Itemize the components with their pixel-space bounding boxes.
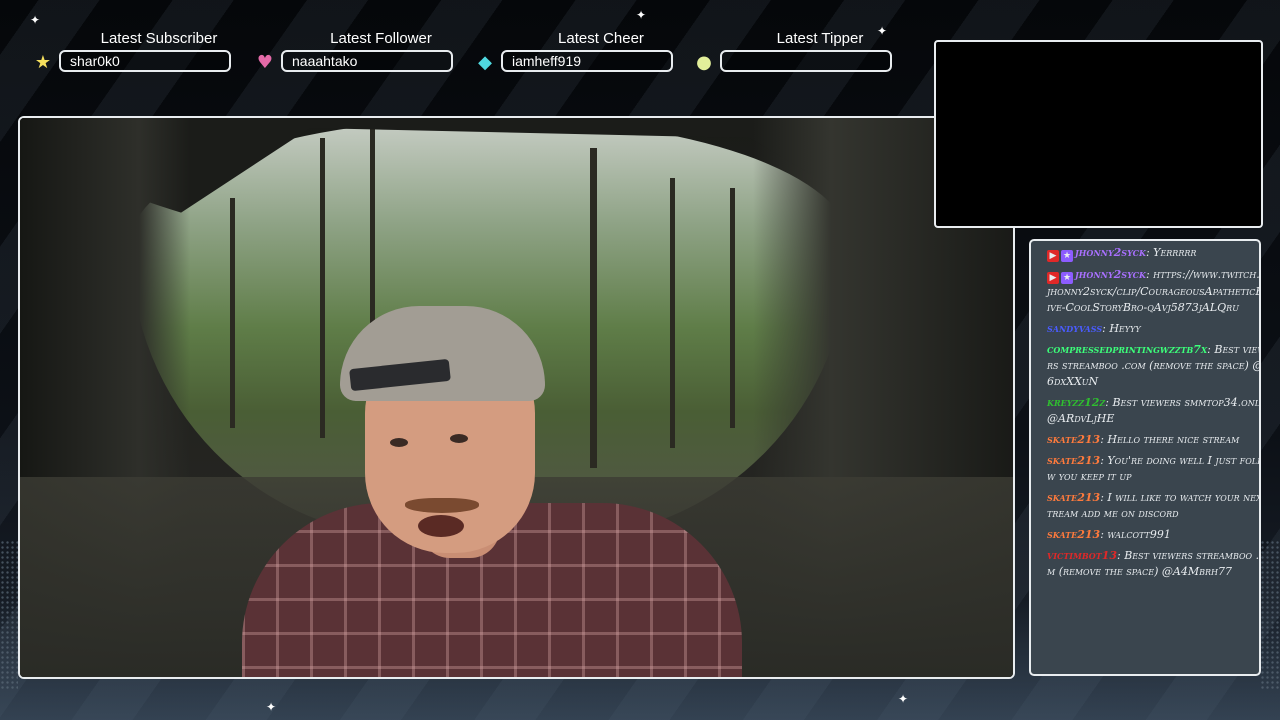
chat-username[interactable]: skate213: [1047, 491, 1100, 504]
chat-username[interactable]: kreyzz12z: [1047, 396, 1105, 409]
latest-tipper-widget: Latest Tipper ●: [696, 30, 920, 74]
latest-follower-widget: Latest Follower ♥ naaahtako: [257, 30, 481, 74]
broadcaster-badge-icon: ▶: [1047, 272, 1059, 284]
chat-message-list: ▶ ★ jhonny2syck: Yerrrrr ▶ ★ jhonny2syck: htt…: [1047, 245, 1259, 580]
chat-message: skate213: walcott991: [1047, 527, 1259, 543]
stat-title: Latest Cheer: [558, 30, 644, 47]
streamer-mustache: [405, 498, 479, 513]
stat-value: naaahtako: [281, 50, 453, 72]
stat-title: Latest Subscriber: [100, 30, 218, 47]
chat-message: skate213: Hello there nice stream: [1047, 432, 1259, 448]
stat-title: Latest Follower: [330, 30, 432, 47]
dot-pattern-right: [1260, 540, 1280, 690]
star-icon: ★: [34, 52, 52, 73]
stat-value: iamheff919: [501, 50, 673, 72]
chat-message: ▶ ★ jhonny2syck: Yerrrrr: [1047, 245, 1259, 262]
chat-message: compressedprintingwzztb7x: Best viewers …: [1047, 342, 1259, 390]
chat-text: : Yerrrrr: [1145, 246, 1197, 259]
empty-panel: [934, 40, 1263, 228]
chat-text: : walcott991: [1100, 528, 1171, 541]
chat-message: skate213: You're doing well I just follo…: [1047, 453, 1259, 485]
streamer-eye: [390, 438, 408, 447]
dot-pattern-left: [0, 540, 18, 690]
streamer-mouth: [418, 515, 464, 537]
gem-icon: ◆: [478, 52, 492, 73]
stat-value: [720, 50, 892, 72]
chat-username[interactable]: skate213: [1047, 433, 1100, 446]
chat-text: : Hello there nice stream: [1100, 433, 1240, 446]
chat-text: : Heyyy: [1102, 322, 1141, 335]
chat-username[interactable]: sandyvass: [1047, 322, 1102, 335]
heart-icon: ♥: [256, 52, 274, 73]
streamer-eye: [450, 434, 468, 443]
broadcaster-badge-icon: ▶: [1047, 250, 1059, 262]
stat-title: Latest Tipper: [776, 30, 864, 47]
webcam-video: [20, 118, 1013, 677]
chat-panel: ▶ ★ jhonny2syck: Yerrrrr ▶ ★ jhonny2syck: htt…: [1029, 239, 1261, 676]
chat-username[interactable]: compressedprintingwzztb7x: [1047, 343, 1207, 356]
subscriber-badge-icon: ★: [1061, 272, 1073, 284]
chat-message: ▶★jhonny2syck: https://www.twitch.tv/jho…: [1047, 267, 1259, 316]
chat-username[interactable]: skate213: [1047, 454, 1100, 467]
latest-cheer-widget: Latest Cheer ◆ iamheff919: [478, 30, 701, 74]
chat-username[interactable]: jhonny2syck: [1075, 246, 1146, 259]
webcam-frame: [18, 116, 1015, 679]
sparkle-icon: ✦: [898, 692, 909, 706]
coin-icon: ●: [696, 52, 712, 73]
chat-message: victimbot13: Best viewers streamboo .com…: [1047, 548, 1259, 580]
chat-message: skate213: I will like to watch your next…: [1047, 490, 1259, 522]
chat-username[interactable]: victimbot13: [1047, 549, 1117, 562]
sparkle-icon: ✦: [636, 8, 647, 22]
chat-message: kreyzz12z: Best viewers smmtop34.online …: [1047, 395, 1259, 427]
latest-subscriber-widget: Latest Subscriber ★ shar0k0: [35, 30, 259, 74]
sparkle-icon: ✦: [30, 13, 41, 27]
chat-message: sandyvass: Heyyy: [1047, 321, 1259, 337]
subscriber-badge-icon: ★: [1061, 250, 1073, 262]
chat-username[interactable]: jhonny2syck: [1075, 268, 1146, 281]
sparkle-icon: ✦: [266, 700, 277, 714]
stat-value: shar0k0: [59, 50, 231, 72]
chat-username[interactable]: skate213: [1047, 528, 1100, 541]
